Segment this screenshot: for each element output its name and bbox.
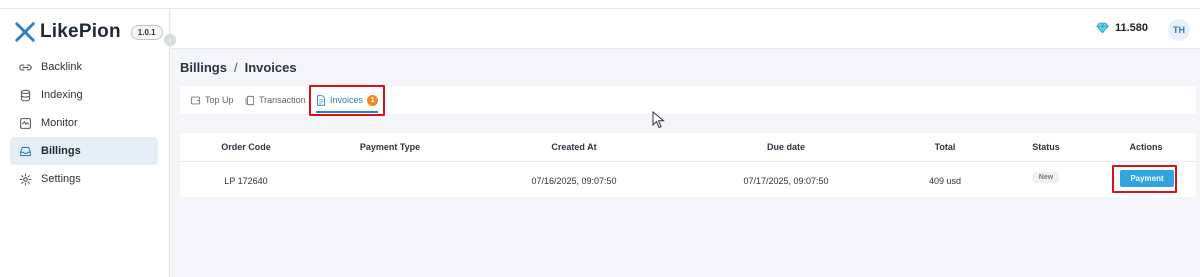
tab-top-up[interactable]: Top Up: [190, 86, 234, 114]
sidebar-item-label: Monitor: [41, 117, 78, 129]
column-header-due-date: Due date: [766, 142, 806, 152]
sidebar-item-label: Backlink: [41, 61, 82, 73]
sidebar: LikePion 1.0.1 Backlink Indexing Monitor: [0, 9, 170, 277]
status-badge: New: [1032, 172, 1060, 183]
highlight-box-invoices: [309, 85, 385, 116]
breadcrumb-current: Invoices: [244, 60, 297, 75]
column-header-order-code: Order Code: [221, 142, 271, 152]
sidebar-item-billings[interactable]: Billings: [10, 137, 158, 165]
wallet-icon: [190, 96, 201, 104]
mouse-cursor-icon: [652, 111, 665, 129]
cell-total: 409 usd: [928, 176, 962, 186]
sidebar-item-label: Billings: [41, 145, 81, 157]
column-header-total: Total: [934, 142, 956, 152]
tab-label: Top Up: [205, 95, 234, 105]
diamond-icon: [1096, 22, 1109, 34]
copy-icon: [245, 95, 255, 105]
breadcrumb: Billings / Invoices: [180, 60, 297, 75]
column-header-created-at: Created At: [551, 142, 597, 152]
column-header-actions: Actions: [1129, 142, 1163, 152]
tab-label: Transaction: [259, 95, 306, 105]
breadcrumb-parent[interactable]: Billings: [180, 60, 227, 75]
column-header-payment-type: Payment Type: [359, 142, 421, 152]
sidebar-item-indexing[interactable]: Indexing: [10, 81, 158, 109]
highlight-box-payment: [1112, 165, 1177, 193]
cell-order-code: LP 172640: [224, 176, 268, 186]
sidebar-item-settings[interactable]: Settings: [10, 165, 158, 193]
invoices-table: Order Code Payment Type Created At Due d…: [180, 133, 1196, 197]
tab-transaction[interactable]: Transaction: [244, 86, 306, 114]
sidebar-item-monitor[interactable]: Monitor: [10, 109, 158, 137]
inbox-icon: [18, 144, 32, 158]
column-header-status: Status: [1032, 142, 1060, 152]
credit-balance[interactable]: 11.580: [1096, 22, 1148, 34]
sidebar-collapse-button[interactable]: ‹: [164, 34, 176, 46]
cell-created-at: 07/16/2025, 09:07:50: [531, 176, 617, 186]
gear-icon: [18, 172, 32, 186]
sidebar-item-label: Settings: [41, 173, 81, 185]
balance-value: 11.580: [1114, 22, 1148, 34]
breadcrumb-separator: /: [233, 60, 238, 75]
likepion-logo-icon: [15, 22, 35, 42]
sidebar-nav: Backlink Indexing Monitor Billings Setti…: [10, 53, 158, 193]
monitor-icon: [18, 116, 32, 130]
brand[interactable]: LikePion 1.0.1: [14, 19, 163, 45]
top-header: 11.580 TH: [171, 9, 1200, 49]
cell-due-date: 07/17/2025, 09:07:50: [743, 176, 829, 186]
top-strip: [0, 0, 1200, 9]
table-header: Order Code Payment Type Created At Due d…: [180, 133, 1196, 162]
sidebar-item-label: Indexing: [41, 89, 83, 101]
brand-name: LikePion: [40, 21, 121, 42]
link-icon: [18, 60, 32, 74]
database-icon: [18, 88, 32, 102]
sidebar-item-backlink[interactable]: Backlink: [10, 53, 158, 81]
avatar[interactable]: TH: [1168, 19, 1190, 41]
version-badge: 1.0.1: [130, 24, 163, 40]
